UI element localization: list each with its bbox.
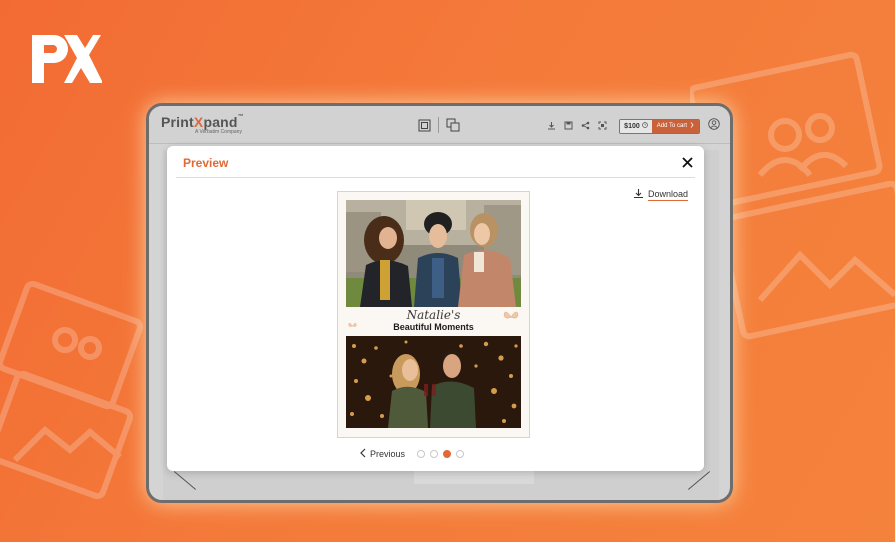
price-display: $100 xyxy=(620,119,652,133)
modal-divider xyxy=(176,177,695,178)
download-icon[interactable] xyxy=(547,117,556,135)
price-cart-group: $100 Add To cart xyxy=(619,118,700,134)
app-header: PrintXpand™ A Verbatim Company $100 Add … xyxy=(149,106,730,144)
user-icon[interactable] xyxy=(708,117,720,135)
save-icon[interactable] xyxy=(564,117,573,135)
download-button[interactable]: Download xyxy=(633,186,689,204)
page-dot-4[interactable] xyxy=(456,450,465,458)
brand-prefix: Print xyxy=(161,114,194,130)
brand-name: PrintXpand™ xyxy=(161,114,244,130)
page-dot-2[interactable] xyxy=(430,450,439,458)
brand-tagline: A Verbatim Company xyxy=(195,129,242,135)
page-dots xyxy=(417,450,465,458)
page-dot-3[interactable] xyxy=(443,450,452,458)
caption-script: Natalie's xyxy=(406,308,461,322)
photo-couple xyxy=(346,336,521,428)
photo-friends xyxy=(346,200,521,307)
butterfly-icon xyxy=(503,311,519,319)
toolbar-divider xyxy=(438,117,439,133)
duplicate-icon[interactable] xyxy=(445,118,460,133)
clock-icon xyxy=(641,122,648,130)
add-to-cart-button[interactable]: Add To cart xyxy=(651,119,699,133)
chevron-right-icon xyxy=(690,122,694,130)
brand-trademark: ™ xyxy=(237,114,244,120)
caption-title: Beautiful Moments xyxy=(393,322,474,332)
price-value: $100 xyxy=(624,122,640,130)
share-icon[interactable] xyxy=(581,117,590,135)
previous-label: Previous xyxy=(370,449,406,459)
photo-frame-decoration xyxy=(0,280,144,500)
right-toolbar: $100 Add To cart xyxy=(547,117,720,135)
close-icon[interactable] xyxy=(681,156,694,169)
brand: PrintXpand™ A Verbatim Company xyxy=(161,114,244,135)
px-logo xyxy=(32,35,102,83)
preview-modal: Preview Download Natalie's Beautiful Mom… xyxy=(167,146,704,471)
page-preview: Natalie's Beautiful Moments xyxy=(337,191,530,438)
butterfly-icon xyxy=(348,323,357,327)
pagination: Previous xyxy=(360,448,465,460)
add-to-cart-label: Add To cart xyxy=(656,123,687,129)
modal-title: Preview xyxy=(183,156,229,170)
previous-button[interactable]: Previous xyxy=(360,448,405,460)
chevron-left-icon xyxy=(360,448,366,460)
brand-accent: X xyxy=(193,114,204,130)
layers-icon[interactable] xyxy=(417,118,432,133)
fullscreen-icon[interactable] xyxy=(598,117,607,135)
download-icon xyxy=(633,186,644,204)
page-dot-1[interactable] xyxy=(417,450,426,458)
download-label: Download xyxy=(648,189,689,201)
brand-suffix: pand xyxy=(203,114,238,130)
center-toolbar xyxy=(417,117,460,133)
